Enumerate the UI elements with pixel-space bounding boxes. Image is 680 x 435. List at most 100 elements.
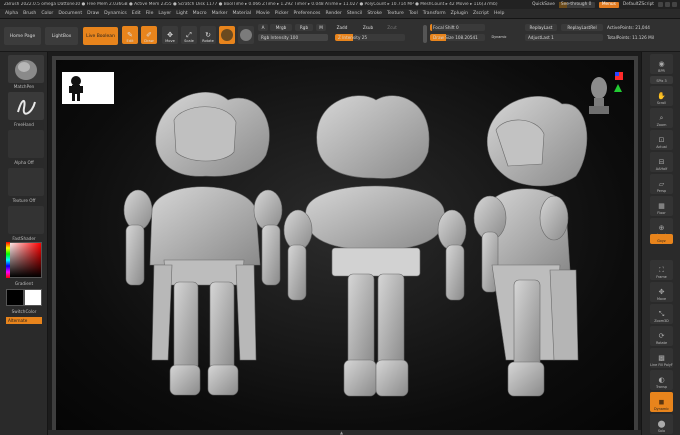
zsub-toggle[interactable]: Zsub (360, 24, 376, 31)
move-view-button[interactable]: ✥ Move (650, 282, 673, 302)
solo-icon: ⬤ (657, 420, 666, 428)
menu-help[interactable]: Help (494, 11, 504, 16)
home-page-button[interactable]: Home Page (4, 27, 41, 45)
draw-size-slider[interactable]: Draw Size 108.20541 (430, 34, 485, 41)
menu-alpha[interactable]: Alpha (5, 11, 18, 16)
alternate-button[interactable]: Alternate (6, 317, 42, 324)
color-swatch-button[interactable] (238, 26, 254, 44)
menu-render[interactable]: Render (325, 11, 341, 16)
floor-button[interactable]: ▦ Floor (650, 196, 673, 216)
move-icon: ✥ (658, 288, 665, 296)
focal-shift-slider[interactable]: Focal Shift 0 (430, 24, 485, 31)
menu-draw[interactable]: Draw (87, 11, 99, 16)
alpha-thumbnail[interactable] (8, 130, 44, 158)
aahalf-button[interactable]: ⊟ AAHalf (650, 152, 673, 172)
menu-stencil[interactable]: Stencil (347, 11, 363, 16)
edit-button[interactable]: ✎ Edit (122, 26, 138, 44)
m-toggle[interactable]: M (316, 24, 326, 31)
mrgb-toggle[interactable]: Mrgb (270, 24, 292, 31)
menu-document[interactable]: Document (58, 11, 82, 16)
tray-handle-icon[interactable]: ▲ (340, 430, 343, 435)
zadd-toggle[interactable]: Zadd (334, 24, 350, 31)
texture-thumbnail[interactable] (8, 168, 44, 196)
lightbox-button[interactable]: LightBox (45, 27, 78, 45)
adjust-last-slider[interactable]: AdjustLast 1 (525, 34, 603, 41)
see-through-slider[interactable]: See-through 0 (558, 1, 595, 8)
hue-strip[interactable] (6, 242, 10, 278)
persp-button[interactable]: ▱ Persp (650, 174, 673, 194)
menu-color[interactable]: Color (41, 11, 53, 16)
dynamic-solo-button[interactable]: ◼ Dynamic (650, 392, 673, 412)
menu-zplugin[interactable]: Zplugin (451, 11, 468, 16)
material-swatch-button[interactable] (219, 26, 235, 44)
menu-material[interactable]: Material (232, 11, 251, 16)
a-toggle[interactable]: A (258, 24, 268, 31)
rotate-button[interactable]: ↻ Rotate (200, 26, 216, 44)
menu-macro[interactable]: Macro (193, 11, 207, 16)
rgb-toggle[interactable]: Rgb (295, 24, 313, 31)
quicksave-button[interactable]: QuickSave (532, 2, 555, 7)
maximize-icon[interactable] (665, 2, 670, 7)
zoom-button[interactable]: ⌕ Zoom (650, 108, 673, 128)
line-fill-button[interactable]: ▩ Line Fill PolyF (650, 348, 673, 368)
replay-last-button[interactable]: ReplayLast (525, 24, 557, 31)
menu-transform[interactable]: Transform (423, 11, 446, 16)
right-shelf: ◉ BPR SPix 3 ✋ Scroll ⌕ Zoom ⊡ Actual ⊟ AAHal… (641, 52, 680, 435)
brush-thumbnail[interactable] (8, 55, 44, 83)
scale-button[interactable]: ⤢ Scale (181, 26, 197, 44)
active-points-readout: ActivePoints: 21,044 (607, 25, 650, 30)
gxyz-button[interactable]: Gxyz (650, 234, 673, 244)
bpr-button[interactable]: ◉ BPR (650, 54, 673, 74)
spix-slider[interactable]: SPix 3 (650, 76, 673, 84)
switch-color-label[interactable]: SwitchColor (0, 309, 48, 314)
zoom3d-button[interactable]: ⤡ Zoom3D (650, 304, 673, 324)
menu-layer[interactable]: Layer (158, 11, 171, 16)
draw-button[interactable]: ✐ Draw (141, 26, 157, 44)
stroke-thumbnail[interactable] (8, 92, 44, 120)
transp-button[interactable]: ◐ Transp (650, 370, 673, 390)
z-intensity-slider[interactable]: Z Intensity 25 (335, 34, 405, 41)
canvas-viewport[interactable] (56, 60, 634, 430)
default-zscript-button[interactable]: DefaultZScript (623, 2, 654, 7)
secondary-color-swatch[interactable] (24, 289, 42, 306)
menu-stroke[interactable]: Stroke (367, 11, 382, 16)
rotate-icon: ⟳ (658, 332, 665, 340)
scroll-button[interactable]: ✋ Scroll (650, 86, 673, 106)
menu-picker[interactable]: Picker (275, 11, 289, 16)
gradient-label: Gradient (14, 281, 34, 286)
window-controls (658, 2, 677, 7)
menu-marker[interactable]: Marker (212, 11, 228, 16)
side-view-model (473, 95, 588, 397)
menu-texture[interactable]: Texture (387, 11, 404, 16)
frame-button[interactable]: ⛶ Frame (650, 260, 673, 280)
close-icon[interactable] (672, 2, 677, 7)
menu-edit[interactable]: Edit (132, 11, 141, 16)
menu-tool[interactable]: Tool (409, 11, 418, 16)
dynamic-toggle[interactable]: Dynamic (489, 34, 509, 41)
live-boolean-button[interactable]: Live Boolean (83, 27, 118, 45)
color-picker[interactable] (6, 242, 42, 278)
solo-button[interactable]: ⬤ Solo (650, 414, 673, 434)
menu-light[interactable]: Light (176, 11, 187, 16)
replay-last-rel-button[interactable]: ReplayLastRel (561, 24, 603, 31)
rotate-view-button[interactable]: ⟳ Rotate (650, 326, 673, 346)
stroke-label: FreeHand (14, 122, 34, 127)
render-icon: ◉ (658, 60, 665, 68)
material-thumbnail[interactable] (8, 206, 44, 234)
main-color-swatch[interactable] (6, 289, 24, 306)
front-view-model (123, 91, 283, 396)
move-button[interactable]: ✥ Move (162, 26, 178, 44)
actual-button[interactable]: ⊡ Actual (650, 130, 673, 150)
menu-preferences[interactable]: Preferences (293, 11, 320, 16)
menu-movie[interactable]: Movie (256, 11, 270, 16)
menu-dynamics[interactable]: Dynamics (104, 11, 127, 16)
menu-zscript[interactable]: Zscript (473, 11, 489, 16)
back-view-model (283, 95, 467, 397)
menu-file[interactable]: File (146, 11, 154, 16)
menus-toggle[interactable]: Menus (598, 1, 619, 8)
menu-brush[interactable]: Brush (23, 11, 36, 16)
texture-label: Texture Off (12, 198, 36, 203)
minimize-icon[interactable] (658, 2, 663, 7)
rgb-intensity-slider[interactable]: Rgb Intensity 100 (258, 34, 328, 41)
zcut-toggle[interactable]: Zcut (384, 24, 400, 31)
